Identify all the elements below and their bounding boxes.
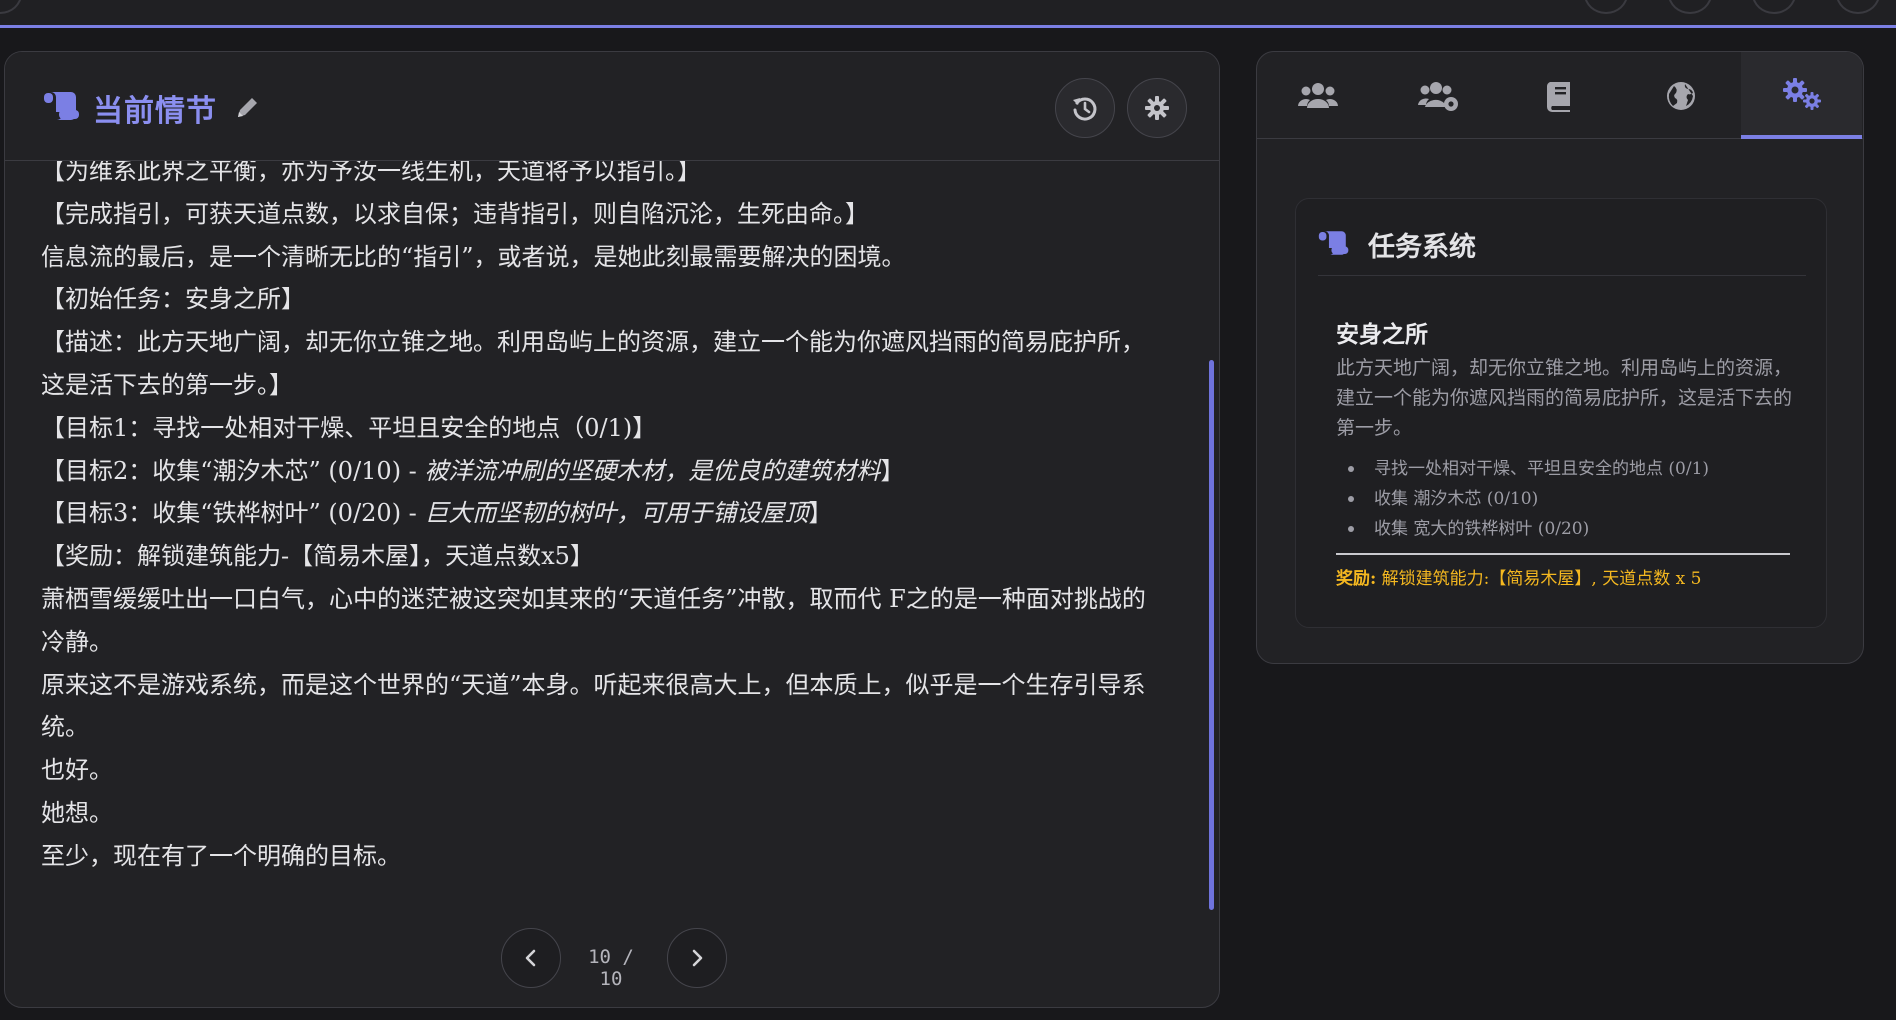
tab-bar [1257, 52, 1863, 139]
top-bar [0, 0, 1896, 28]
goal3-label: 【目标3：收集“铁桦树叶” (0/20) - [41, 499, 425, 528]
reward-text: 解锁建筑能力:【简易木屋】, 天道点数 x 5 [1376, 569, 1702, 589]
goal2-label: 【目标2：收集“潮汐木芯” (0/10) - [41, 456, 425, 485]
story-line: 她想。 [41, 798, 113, 827]
scroll-icon [1318, 231, 1349, 255]
settings-button[interactable] [1127, 78, 1187, 138]
top-bar-button[interactable] [0, 0, 22, 14]
quest-objective: 收集 潮汐木芯 (0/10) [1336, 484, 1796, 514]
page-title: 当前情节 [93, 94, 217, 129]
top-bar-button[interactable] [1752, 0, 1796, 14]
quest-objective: 寻找一处相对干燥、平坦且安全的地点 (0/1) [1336, 454, 1796, 484]
history-button[interactable] [1055, 78, 1115, 138]
book-icon [1546, 81, 1570, 112]
side-panel: 任务系统 安身之所 此方天地广阔，却无你立锥之地。利用岛屿上的资源，建立一个能为… [1256, 51, 1864, 664]
goal2-desc: 被洋流冲刷的坚硬木材，是优良的建筑材料 [424, 456, 881, 485]
scroll-icon [44, 92, 79, 120]
story-line: 【完成指引，可获天道点数，以求自保；违背指引，则自陷沉沦，生死由命。】 [41, 199, 869, 228]
quest-objectives: 寻找一处相对干燥、平坦且安全的地点 (0/1) 收集 潮汐木芯 (0/10) 收… [1336, 454, 1796, 544]
pagination: 10 / 10 [5, 928, 1219, 990]
quest-reward: 奖励: 解锁建筑能力:【简易木屋】, 天道点数 x 5 [1336, 565, 1701, 593]
quest-name: 安身之所 [1336, 321, 1428, 348]
tab-party[interactable] [1378, 52, 1499, 139]
story-line: 【目标1：寻找一处相对干燥、平坦且安全的地点（0/1)】 [41, 413, 657, 442]
tab-codex[interactable] [1499, 52, 1620, 139]
divider [1318, 275, 1806, 276]
goal3-end: 】 [808, 499, 833, 528]
gears-icon [1782, 77, 1821, 110]
top-bar-button[interactable] [1584, 0, 1628, 14]
next-page-button[interactable] [667, 928, 727, 988]
story-header: 当前情节 [5, 52, 1219, 161]
story-line: 原来这不是游戏系统，而是这个世界的“天道”本身。听起来很高大上，但本质上，似乎是… [41, 670, 1146, 742]
users-cog-icon [1417, 81, 1458, 111]
story-panel: 【为维系此界之平衡，亦为予汝一线生机，天道将予以指引。】 【完成指引，可获天道点… [4, 51, 1220, 1008]
tab-world[interactable] [1620, 52, 1741, 139]
story-line: 萧栖雪缓缓吐出一口白气，心中的迷茫被这突如其来的“天道任务”冲散，取而代 F之的… [41, 584, 1146, 656]
story-line: 至少，现在有了一个明确的目标。 [41, 841, 401, 870]
quest-card: 任务系统 安身之所 此方天地广阔，却无你立锥之地。利用岛屿上的资源，建立一个能为… [1295, 198, 1827, 628]
story-line-goal2: 【目标2：收集“潮汐木芯” (0/10) - 被洋流冲刷的坚硬木材，是优良的建筑… [41, 450, 1161, 493]
quest-system-title: 任务系统 [1368, 232, 1476, 263]
story-line: 【奖励：解锁建筑能力-【简易木屋】，天道点数x5】 [41, 542, 594, 571]
gear-icon [1145, 96, 1169, 120]
globe-icon [1666, 81, 1695, 110]
quest-objective: 收集 宽大的铁桦树叶 (0/20) [1336, 514, 1796, 544]
divider [1336, 553, 1790, 555]
top-bar-button[interactable] [1668, 0, 1712, 14]
tab-characters[interactable] [1257, 52, 1378, 139]
users-icon [1297, 82, 1338, 108]
tab-systems[interactable] [1741, 52, 1862, 139]
story-line: 【初始任务：安身之所】 [41, 285, 305, 314]
goal3-desc: 巨大而坚韧的树叶，可用于铺设屋顶 [424, 499, 809, 528]
scrollbar[interactable] [1209, 360, 1214, 910]
story-line-goal3: 【目标3：收集“铁桦树叶” (0/20) - 巨大而坚韧的树叶，可用于铺设屋顶】 [41, 492, 1161, 535]
top-bar-button[interactable] [1836, 0, 1880, 14]
prev-page-button[interactable] [501, 928, 561, 988]
quest-description: 此方天地广阔，却无你立锥之地。利用岛屿上的资源，建立一个能为你遮风挡雨的简易庇护… [1336, 357, 1793, 439]
story-line: 也好。 [41, 756, 113, 785]
reward-label: 奖励: [1336, 569, 1377, 589]
history-icon [1073, 97, 1097, 121]
story-line: 信息流的最后，是一个清晰无比的“指引”，或者说，是她此刻最需要解决的困境。 [41, 242, 906, 271]
goal2-end: 】 [880, 456, 905, 485]
pencil-icon[interactable] [234, 95, 260, 121]
chevron-left-icon [525, 949, 536, 967]
story-line: 【描述：此方天地广阔，却无你立锥之地。利用岛屿上的资源，建立一个能为你遮风挡雨的… [41, 328, 1145, 399]
story-text: 【为维系此界之平衡，亦为予汝一线生机，天道将予以指引。】 【完成指引，可获天道点… [41, 150, 1161, 878]
chevron-right-icon [692, 949, 703, 967]
page-indicator: 10 / 10 [588, 946, 634, 990]
